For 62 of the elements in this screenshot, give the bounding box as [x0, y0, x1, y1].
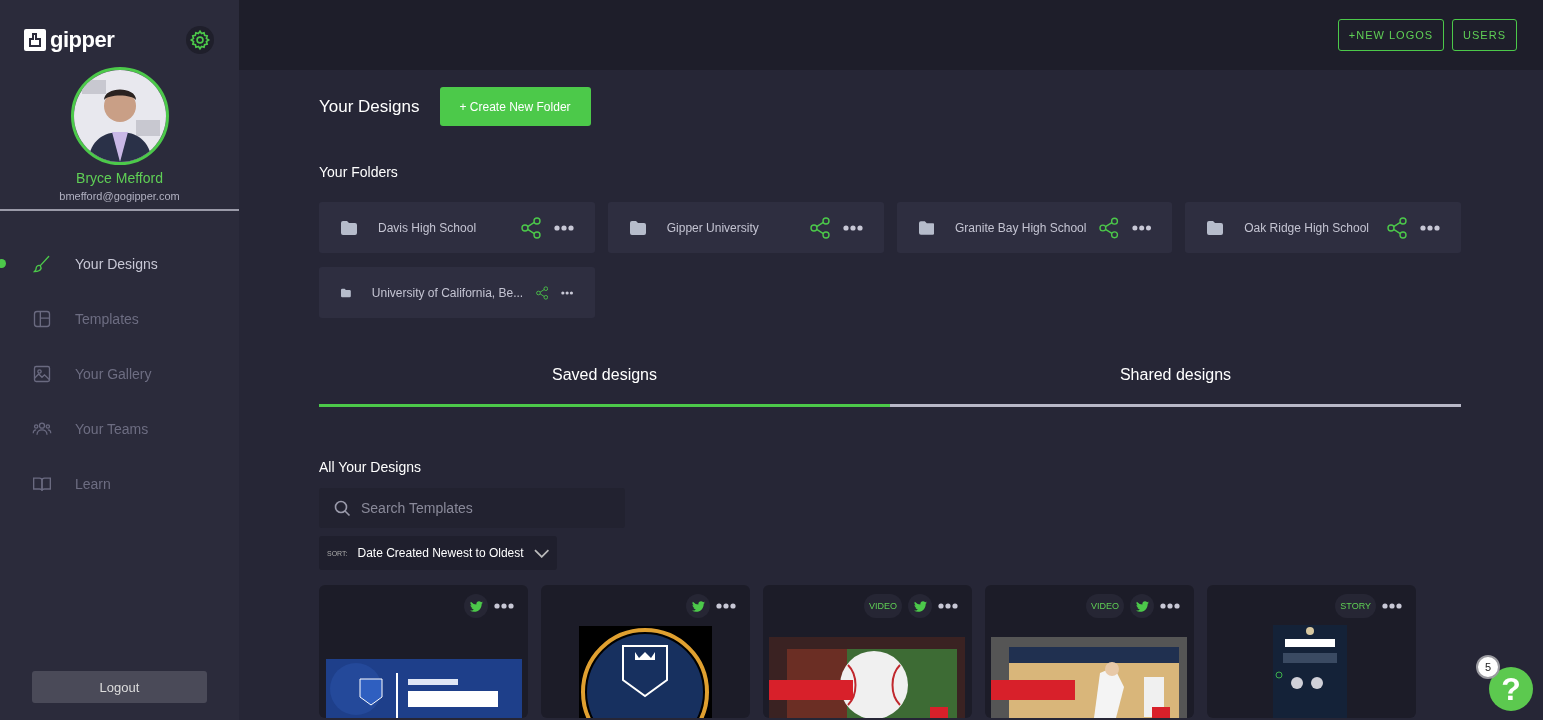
type-tag: VIDEO	[1086, 594, 1124, 618]
twitter-icon	[1135, 599, 1149, 613]
header-button[interactable]: USERS	[1452, 19, 1517, 51]
more-icon[interactable]	[494, 603, 514, 609]
section-title: Your Folders	[319, 164, 399, 180]
folder-card[interactable]: Granite Bay High School	[896, 202, 1173, 253]
twitter-icon	[469, 599, 483, 613]
twitter-button[interactable]	[908, 594, 932, 618]
folder-card[interactable]: Oak Ridge High School	[1185, 202, 1461, 253]
settings-icon	[189, 29, 211, 51]
more-icon[interactable]	[553, 224, 574, 231]
design-card[interactable]: STORY	[1207, 585, 1416, 718]
search-icon	[334, 499, 351, 517]
image-icon	[32, 363, 52, 384]
more-icon[interactable]	[716, 603, 736, 609]
type-tag: STORY	[1335, 594, 1376, 618]
more-icon[interactable]	[1420, 224, 1440, 231]
share-icon[interactable]	[809, 216, 830, 239]
logout-button[interactable]: Logout	[32, 671, 207, 703]
more-icon[interactable]	[938, 603, 958, 609]
more-icon[interactable]	[842, 224, 863, 231]
design-card[interactable]: VIDEO	[763, 585, 972, 718]
design-card[interactable]: VIDEO	[985, 585, 1194, 718]
share-icon[interactable]	[520, 216, 541, 239]
logo-icon	[24, 29, 46, 51]
folder-card[interactable]: Gipper University	[607, 202, 884, 253]
folder-icon	[341, 220, 357, 235]
header-button[interactable]: +NEW LOGOS	[1337, 19, 1445, 51]
tab[interactable]: Shared designs	[890, 366, 1461, 407]
folder-icon	[918, 220, 935, 235]
twitter-button[interactable]	[686, 594, 710, 618]
share-icon[interactable]	[1387, 216, 1407, 239]
settings-button[interactable]	[186, 26, 214, 54]
more-icon[interactable]	[1160, 603, 1180, 609]
twitter-button[interactable]	[1130, 594, 1154, 618]
page-title: Your Designs	[319, 96, 420, 117]
user-name: Bryce Mefford	[76, 170, 163, 186]
folder-icon	[629, 220, 646, 235]
user-email: bmefford@gogipper.com	[59, 190, 180, 202]
twitter-icon	[913, 599, 927, 613]
section-title: All Your Designs	[319, 459, 422, 475]
logo-text: gipper	[50, 27, 115, 53]
sort-value: Date Created Newest to Oldest	[357, 546, 524, 560]
search-input[interactable]: Search Templates	[359, 499, 610, 517]
folder-card[interactable]: University of California, Be...	[319, 267, 595, 318]
nav-item[interactable]: Your Designs	[0, 236, 239, 291]
more-icon[interactable]	[1131, 224, 1152, 231]
folder-icon	[1207, 220, 1224, 235]
design-card[interactable]	[319, 585, 528, 718]
more-icon[interactable]	[1382, 603, 1402, 609]
chevron-icon	[533, 548, 549, 558]
type-tag: VIDEO	[864, 594, 902, 618]
twitter-button[interactable]	[464, 594, 488, 618]
more-icon[interactable]	[561, 289, 574, 296]
search-field[interactable]: Search Templates	[319, 488, 625, 528]
layout-icon	[32, 308, 52, 329]
brush-icon	[32, 253, 52, 274]
share-icon[interactable]	[1099, 216, 1119, 239]
tab[interactable]: Saved designs	[319, 366, 890, 407]
folder-card[interactable]: Davis High School	[319, 202, 595, 253]
design-card[interactable]	[541, 585, 750, 718]
twitter-icon	[691, 599, 705, 613]
